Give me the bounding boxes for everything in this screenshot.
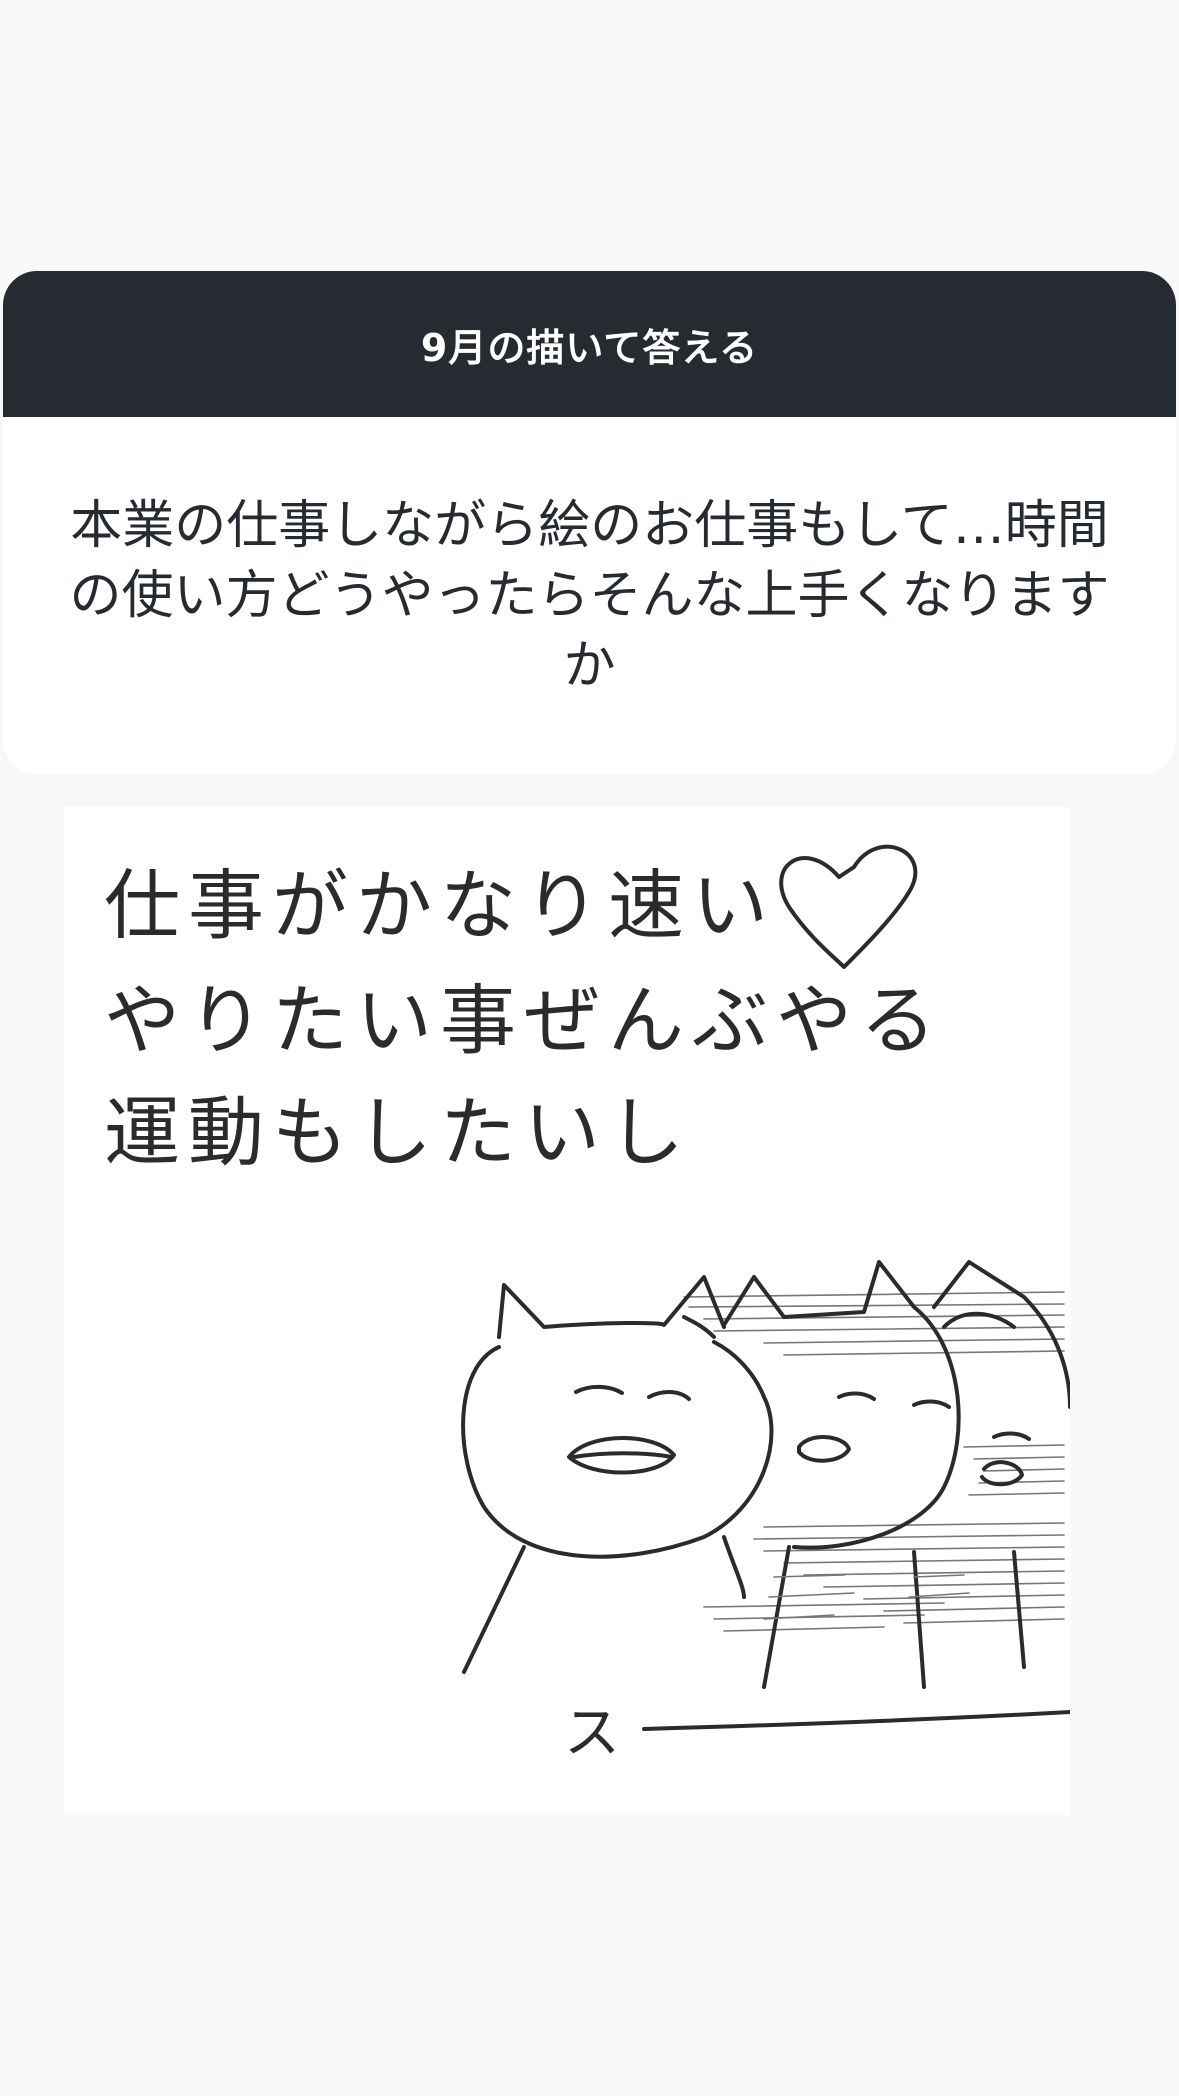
cat-front xyxy=(461,1275,774,1674)
handwritten-line-3: 運動もしたいし xyxy=(104,1088,692,1177)
question-sticker-title: 9月の描いて答える xyxy=(420,325,759,370)
speed-line xyxy=(642,1710,1070,1731)
question-sticker-body: 本業の仕事しながら絵のお仕事もして…時間の使い方どうやったらそんな上手くなります… xyxy=(3,417,1176,774)
sound-effect-text: ス xyxy=(564,1701,620,1766)
answer-drawing-canvas: 仕事がかなり速い やりたい事ぜんぶやる 運動もしたいし ス xyxy=(104,844,1070,1766)
answer-drawing: 仕事がかなり速い やりたい事ぜんぶやる 運動もしたいし ス xyxy=(64,807,1070,1815)
heart-icon xyxy=(779,844,918,969)
question-sticker[interactable]: 9月の描いて答える 本業の仕事しながら絵のお仕事もして…時間の使い方どうやったら… xyxy=(3,271,1176,774)
story-page: 9月の描いて答える 本業の仕事しながら絵のお仕事もして…時間の使い方どうやったら… xyxy=(0,0,1179,2096)
handwritten-line-2: やりたい事ぜんぶやる xyxy=(104,976,944,1065)
handwritten-line-1: 仕事がかなり速い xyxy=(104,861,776,950)
question-sticker-header: 9月の描いて答える xyxy=(3,271,1176,417)
cat-middle xyxy=(682,1260,970,1689)
question-text: 本業の仕事しながら絵のお仕事もして…時間の使い方どうやったらそんな上手くなります… xyxy=(69,495,1110,696)
